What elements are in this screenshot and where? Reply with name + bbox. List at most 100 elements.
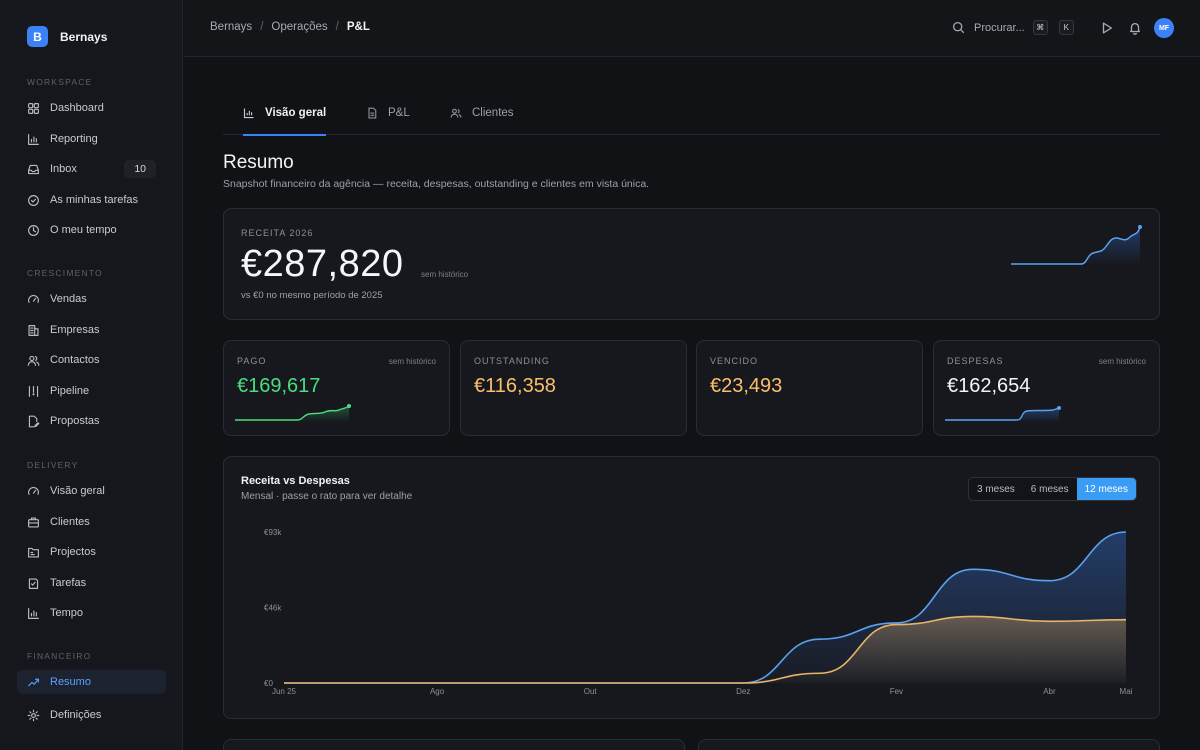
sidebar-item-vendas[interactable]: Vendas [17, 287, 166, 311]
sidebar-item-label: Empresas [50, 324, 100, 336]
shortcut-key: ⌘ [1032, 20, 1048, 35]
avatar[interactable]: MF [1154, 18, 1174, 38]
page-title: Resumo [223, 152, 294, 173]
despesas-sparkline [945, 406, 1061, 422]
sidebar-item-dashboard[interactable]: Dashboard [17, 96, 166, 120]
check-circle-icon [28, 194, 39, 206]
breadcrumb-item[interactable]: Bernays [210, 21, 252, 33]
breadcrumb-current: P&L [346, 21, 370, 33]
kpi-card-outstanding: OUTSTANDING €116,358 [460, 340, 687, 436]
x-tick-label: Out [584, 687, 598, 696]
sidebar-item-visao-geral[interactable]: Visão geral [17, 479, 166, 503]
sidebar-item-label: Clientes [50, 516, 90, 528]
sidebar-section-label: CRESCIMENTO [27, 268, 103, 278]
search-label: Procurar... [974, 21, 1025, 34]
search-icon [952, 21, 965, 34]
document-icon [368, 107, 377, 118]
revenue-vs-expenses-card: Receita vs Despesas Mensal · passe o rat… [223, 456, 1160, 719]
inbox-icon [28, 164, 39, 174]
users-icon [450, 108, 462, 118]
checklist-icon [28, 577, 39, 589]
sidebar-item-label: Projectos [50, 546, 96, 558]
topbar: Bernays / Operações / P&L Procurar... ⌘ … [184, 0, 1200, 57]
sidebar-item-tarefas[interactable]: Tarefas [17, 571, 166, 595]
breadcrumb-item[interactable]: Operações [271, 21, 327, 33]
sidebar-item-reporting[interactable]: Reporting [17, 127, 166, 151]
revenue-note: sem histórico [421, 270, 469, 279]
trend-icon [28, 678, 39, 686]
dashboard-icon [28, 102, 39, 114]
gauge-icon [28, 486, 39, 495]
bottom-card-right [698, 739, 1160, 750]
kpi-note: sem histórico [388, 357, 436, 366]
breadcrumb: Bernays / Operações / P&L [210, 21, 370, 33]
sidebar-item-label: Tempo [50, 607, 84, 619]
sidebar-item-definicoes[interactable]: Definições [17, 703, 166, 727]
document-edit-icon [28, 415, 40, 427]
play-icon[interactable] [1100, 21, 1114, 35]
sidebar-item-label: Vendas [50, 293, 87, 305]
sidebar-item-as-minhas-tarefas[interactable]: As minhas tarefas [17, 188, 166, 212]
sidebar-item-clientes[interactable]: Clientes [17, 510, 166, 534]
bar-chart-icon [28, 607, 39, 619]
sidebar: B Bernays WORKSPACE Dashboard Reporting Inb… [0, 0, 183, 750]
sidebar-item-resumo[interactable]: Resumo [17, 670, 166, 694]
revenue-sparkline [1011, 225, 1142, 265]
sidebar-section-label: WORKSPACE [27, 77, 93, 87]
kpi-value: €116,358 [474, 375, 556, 397]
sidebar-item-label: Propostas [50, 415, 100, 427]
bell-icon[interactable] [1128, 21, 1142, 35]
sidebar-item-label: Reporting [50, 133, 98, 145]
revenue-comparison: vs €0 no mesmo período de 2025 [241, 290, 383, 301]
kpi-value: €23,493 [710, 375, 783, 397]
breadcrumb-separator: / [260, 21, 264, 33]
tab-label: Visão geral [265, 106, 327, 119]
kpi-label: DESPESAS [947, 356, 1004, 366]
x-tick-label: Jun 25 [272, 687, 297, 696]
gauge-icon [28, 294, 39, 303]
inbox-count-badge: 10 [124, 160, 156, 178]
kpi-card-pago: PAGO sem histórico €169,617 [223, 340, 450, 436]
revenue-label: RECEITA 2026 [241, 228, 314, 238]
revenue-value: €287,820 [241, 243, 404, 285]
tab-label: P&L [388, 106, 410, 119]
sidebar-item-tempo[interactable]: Tempo [17, 601, 166, 625]
brand-name: Bernays [60, 29, 108, 44]
revenue-expenses-chart[interactable]: €93k€46k€0 Jun 25 Ago Out Dez Fev Abr Mai [224, 457, 1159, 718]
sidebar-item-label: As minhas tarefas [50, 194, 139, 206]
sidebar-item-o-meu-tempo[interactable]: O meu tempo [17, 218, 166, 242]
x-tick-label: Abr [1043, 687, 1056, 696]
sidebar-section-label: FINANCEIRO [27, 651, 92, 661]
tab-bar: Visão geral P&L Clientes [223, 90, 1160, 136]
expenses-series-area [284, 616, 1126, 683]
kpi-label: PAGO [237, 356, 267, 366]
sidebar-item-pipeline[interactable]: Pipeline [17, 379, 166, 403]
briefcase-icon [28, 516, 39, 528]
sidebar-item-inbox[interactable]: Inbox 10 [17, 157, 166, 181]
bar-chart-icon [243, 108, 254, 118]
bottom-card-left [223, 739, 685, 750]
sidebar-item-label: Tarefas [50, 577, 87, 589]
kpi-card-despesas: DESPESAS sem histórico €162,654 [933, 340, 1160, 436]
page-subtitle: Snapshot financeiro da agência — receita… [223, 178, 650, 190]
tab-visao-geral[interactable]: Visão geral [243, 90, 327, 136]
y-tick-label: €93k [264, 528, 282, 537]
brand-logo: B [27, 26, 48, 47]
sidebar-item-propostas[interactable]: Propostas [17, 409, 166, 433]
sidebar-item-label: Contactos [50, 354, 100, 366]
tab-clientes[interactable]: Clientes [450, 90, 514, 135]
tab-pl[interactable]: P&L [366, 90, 410, 135]
users-icon [27, 355, 40, 366]
x-tick-label: Mai [1120, 687, 1133, 696]
sidebar-item-label: Pipeline [50, 385, 90, 397]
building-icon [28, 324, 39, 336]
sidebar-section-label: DELIVERY [27, 460, 79, 470]
brand[interactable]: B Bernays [27, 26, 107, 47]
breadcrumb-separator: / [335, 21, 339, 33]
tab-label: Clientes [472, 106, 514, 119]
sidebar-item-contactos[interactable]: Contactos [17, 348, 166, 372]
revenue-card: RECEITA 2026 €287,820 sem histórico vs €… [223, 208, 1160, 320]
sidebar-item-empresas[interactable]: Empresas [17, 318, 166, 342]
sidebar-item-projectos[interactable]: Projectos [17, 540, 166, 564]
search-trigger[interactable]: Procurar... ⌘ K [952, 20, 1074, 35]
